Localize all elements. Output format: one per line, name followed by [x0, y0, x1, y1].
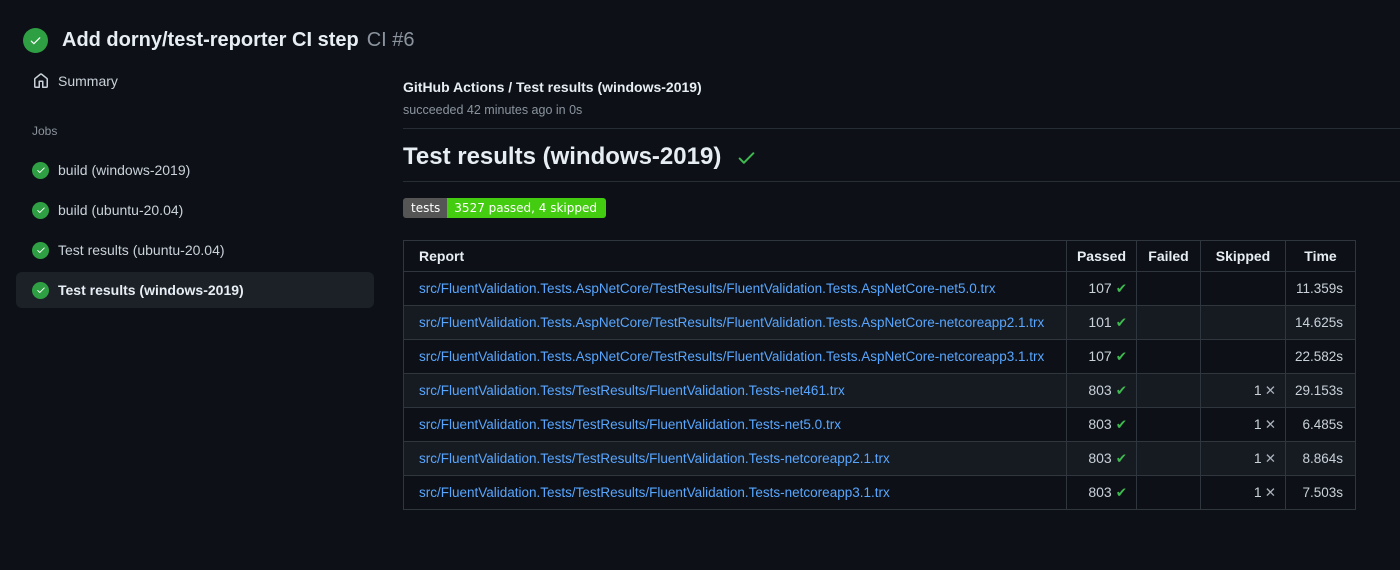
- run-success-icon: [23, 28, 48, 53]
- check-icon: ✔: [1115, 315, 1127, 331]
- report-link[interactable]: src/FluentValidation.Tests.AspNetCore/Te…: [419, 315, 1044, 330]
- time-cell: 14.625s: [1285, 305, 1356, 340]
- table-header-row: Report Passed Failed Skipped Time: [403, 240, 1356, 272]
- badge-label: tests: [403, 198, 448, 218]
- time-cell: 8.864s: [1285, 441, 1356, 476]
- cross-icon: ✕: [1264, 383, 1276, 399]
- column-header-passed: Passed: [1066, 240, 1137, 272]
- time-cell: 11.359s: [1285, 271, 1356, 306]
- table-row: src/FluentValidation.Tests.AspNetCore/Te…: [403, 305, 1356, 340]
- job-success-icon: [32, 241, 49, 259]
- sidebar-summary-label: Summary: [58, 73, 118, 89]
- main-content: GitHub Actions / Test results (windows-2…: [390, 53, 1400, 510]
- test-results-table: Report Passed Failed Skipped Time src/Fl…: [403, 240, 1356, 510]
- passed-count: 107: [1088, 348, 1112, 364]
- sidebar-item-test-results-windows[interactable]: Test results (windows-2019): [16, 272, 374, 308]
- time-cell: 29.153s: [1285, 373, 1356, 408]
- check-icon: ✔: [1115, 417, 1127, 433]
- run-title: Add dorny/test-reporter CI step: [62, 29, 359, 51]
- failed-cell: [1136, 305, 1201, 340]
- sidebar-item-test-results-ubuntu[interactable]: Test results (ubuntu-20.04): [16, 232, 374, 268]
- table-row: src/FluentValidation.Tests/TestResults/F…: [403, 407, 1356, 442]
- check-icon: ✔: [1115, 349, 1127, 365]
- skipped-count: 1: [1253, 416, 1262, 432]
- check-icon: ✔: [1115, 451, 1127, 467]
- failed-cell: [1136, 475, 1201, 510]
- cross-icon: ✕: [1264, 417, 1276, 433]
- job-success-icon: [32, 281, 49, 299]
- column-header-report: Report: [403, 240, 1067, 272]
- report-link[interactable]: src/FluentValidation.Tests/TestResults/F…: [419, 485, 890, 500]
- skipped-count: 1: [1253, 450, 1262, 466]
- cross-icon: ✕: [1264, 485, 1276, 501]
- passed-count: 803: [1088, 382, 1112, 398]
- heading-check-icon: [736, 147, 757, 168]
- jobs-section-label: Jobs: [32, 124, 58, 138]
- column-header-skipped: Skipped: [1200, 240, 1286, 272]
- failed-cell: [1136, 339, 1201, 374]
- check-icon: ✔: [1115, 281, 1127, 297]
- failed-cell: [1136, 441, 1201, 476]
- table-row: src/FluentValidation.Tests/TestResults/F…: [403, 475, 1356, 510]
- table-row: src/FluentValidation.Tests/TestResults/F…: [403, 373, 1356, 408]
- report-link[interactable]: src/FluentValidation.Tests.AspNetCore/Te…: [419, 349, 1044, 364]
- sidebar-item-build-ubuntu[interactable]: build (ubuntu-20.04): [16, 192, 374, 228]
- failed-cell: [1136, 271, 1201, 306]
- cross-icon: ✕: [1264, 451, 1276, 467]
- time-cell: 6.485s: [1285, 407, 1356, 442]
- job-success-icon: [32, 201, 49, 219]
- check-icon: ✔: [1115, 383, 1127, 399]
- badge-value: 3527 passed, 4 skipped: [447, 198, 606, 218]
- report-link[interactable]: src/FluentValidation.Tests.AspNetCore/Te…: [419, 281, 996, 296]
- passed-count: 803: [1088, 450, 1112, 466]
- skipped-count: 1: [1253, 382, 1262, 398]
- failed-cell: [1136, 373, 1201, 408]
- column-header-time: Time: [1285, 240, 1356, 272]
- column-header-failed: Failed: [1136, 240, 1201, 272]
- job-success-icon: [32, 161, 49, 179]
- table-row: src/FluentValidation.Tests/TestResults/F…: [403, 441, 1356, 476]
- time-cell: 22.582s: [1285, 339, 1356, 374]
- sidebar-item-build-windows[interactable]: build (windows-2019): [16, 152, 374, 188]
- run-number: CI #6: [366, 29, 415, 51]
- divider: [403, 128, 1400, 129]
- job-status-line: succeeded 42 minutes ago in 0s: [403, 103, 583, 117]
- check-icon: ✔: [1115, 485, 1127, 501]
- table-row: src/FluentValidation.Tests.AspNetCore/Te…: [403, 271, 1356, 306]
- job-label: build (windows-2019): [58, 162, 191, 178]
- job-label: Test results (ubuntu-20.04): [58, 242, 225, 258]
- table-row: src/FluentValidation.Tests.AspNetCore/Te…: [403, 339, 1356, 374]
- passed-count: 101: [1088, 314, 1112, 330]
- passed-count: 803: [1088, 416, 1112, 432]
- report-link[interactable]: src/FluentValidation.Tests/TestResults/F…: [419, 417, 841, 432]
- home-icon: [32, 73, 49, 90]
- passed-count: 803: [1088, 484, 1112, 500]
- passed-count: 107: [1088, 280, 1112, 296]
- job-label: build (ubuntu-20.04): [58, 202, 184, 218]
- sidebar: Summary Jobs build (windows-2019) build …: [0, 53, 390, 510]
- page-title: Test results (windows-2019): [403, 143, 1400, 182]
- report-link[interactable]: src/FluentValidation.Tests/TestResults/F…: [419, 383, 845, 398]
- sidebar-item-summary[interactable]: Summary: [16, 63, 374, 99]
- job-breadcrumb: GitHub Actions / Test results (windows-2…: [403, 79, 702, 95]
- job-label: Test results (windows-2019): [58, 282, 244, 298]
- skipped-count: 1: [1253, 484, 1262, 500]
- failed-cell: [1136, 407, 1201, 442]
- page-title-text: Test results (windows-2019): [403, 143, 722, 170]
- run-header: Add dorny/test-reporter CI step CI #6: [0, 0, 1400, 53]
- report-link[interactable]: src/FluentValidation.Tests/TestResults/F…: [419, 451, 890, 466]
- time-cell: 7.503s: [1285, 475, 1356, 510]
- tests-badge: tests 3527 passed, 4 skipped: [403, 198, 606, 218]
